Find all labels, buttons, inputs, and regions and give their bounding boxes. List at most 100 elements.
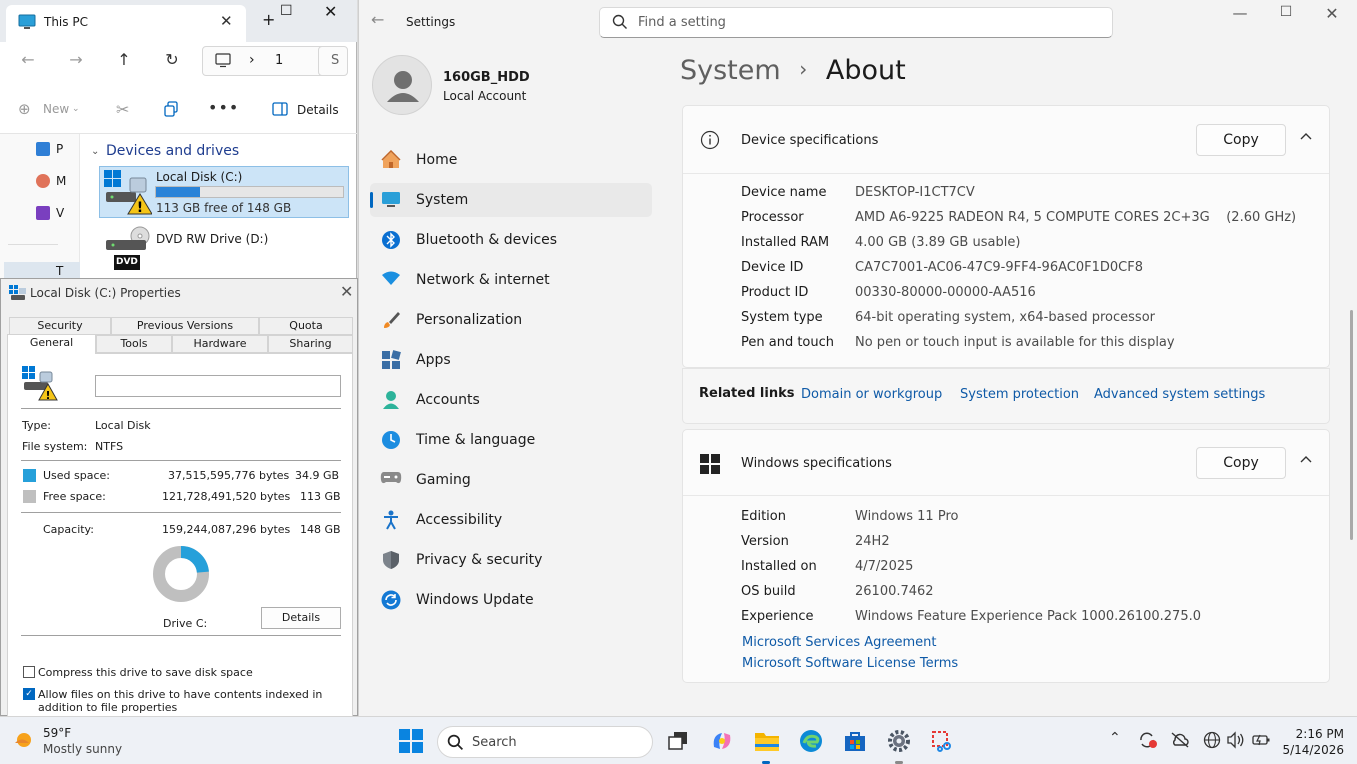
clock-date: 5/14/2026 xyxy=(1282,743,1344,757)
close-icon[interactable]: ✕ xyxy=(340,282,353,301)
cut-icon[interactable]: ✂ xyxy=(116,100,129,119)
close-icon[interactable]: ✕ xyxy=(324,2,337,21)
system-icon xyxy=(380,190,402,210)
sidebar-item-gaming[interactable]: Gaming xyxy=(370,463,652,497)
copilot-icon[interactable] xyxy=(708,727,736,755)
tab-previous-versions[interactable]: Previous Versions xyxy=(111,317,259,335)
tab-general[interactable]: General xyxy=(7,334,96,354)
weather-desc[interactable]: Mostly sunny xyxy=(43,742,122,756)
refresh-icon[interactable]: ↻ xyxy=(162,50,182,69)
copy-windows-specs-button[interactable]: Copy xyxy=(1196,447,1286,479)
tab-security[interactable]: Security xyxy=(9,317,111,335)
network-globe-icon[interactable] xyxy=(1203,731,1221,753)
clock[interactable]: 2:16 PM 5/14/2026 xyxy=(1280,726,1344,758)
divider xyxy=(21,635,341,636)
close-icon[interactable]: ✕ xyxy=(1317,4,1347,23)
search-box[interactable]: S xyxy=(318,46,348,76)
store-icon[interactable] xyxy=(841,727,869,755)
forward-icon[interactable]: → xyxy=(66,50,86,69)
link-license-terms[interactable]: Microsoft Software License Terms xyxy=(742,656,958,671)
file-explorer-window: This PC ✕ + ☐ ✕ ← → ↑ ↻ › 1 S ⊕ New ⌄ ✂ … xyxy=(0,0,357,280)
weather-sun-icon[interactable] xyxy=(12,728,36,756)
tab-hardware[interactable]: Hardware xyxy=(172,335,268,353)
sidebar-item-label: Accounts xyxy=(416,392,480,408)
sidebar-item-accounts[interactable]: Accounts xyxy=(370,383,652,417)
minimize-icon[interactable]: — xyxy=(1225,4,1255,22)
drive-d-name[interactable]: DVD RW Drive (D:) xyxy=(156,232,268,246)
device-specs-header[interactable]: Device specifications Copy xyxy=(683,106,1329,174)
more-icon[interactable]: ••• xyxy=(208,98,239,117)
tab-tools[interactable]: Tools xyxy=(96,335,172,353)
back-icon[interactable]: ← xyxy=(18,50,38,69)
link-advanced-system-settings[interactable]: Advanced system settings xyxy=(1094,387,1265,402)
sidebar-item-home[interactable]: Home xyxy=(370,143,652,177)
up-icon[interactable]: ↑ xyxy=(114,50,134,69)
sidebar-item-privacy-security[interactable]: Privacy & security xyxy=(370,543,652,577)
windows-specs-header[interactable]: Windows specifications Copy xyxy=(683,430,1329,496)
sidebar-item-accessibility[interactable]: Accessibility xyxy=(370,503,652,537)
home-icon xyxy=(380,149,402,170)
sidebar-item-network-internet[interactable]: Network & internet xyxy=(370,263,652,297)
edge-icon[interactable] xyxy=(797,727,825,755)
sidebar-item-label: Home xyxy=(416,152,458,168)
snipping-tool-icon[interactable] xyxy=(928,727,956,755)
details-button[interactable]: Details xyxy=(297,103,339,117)
sidebar-item-videos[interactable]: V xyxy=(56,206,64,220)
avatar[interactable] xyxy=(372,55,432,115)
cloud-off-icon[interactable] xyxy=(1170,731,1190,753)
compress-checkbox[interactable] xyxy=(23,666,35,678)
close-tab-icon[interactable]: ✕ xyxy=(220,12,233,30)
weather-temp[interactable]: 59°F xyxy=(43,726,71,740)
sidebar-item-windows-update[interactable]: Windows Update xyxy=(370,583,652,617)
settings-gear-icon[interactable] xyxy=(885,727,913,755)
copy-device-specs-button[interactable]: Copy xyxy=(1196,124,1286,156)
battery-icon[interactable] xyxy=(1251,731,1271,753)
maximize-icon[interactable]: ☐ xyxy=(1271,4,1301,20)
sidebar-item-time-language[interactable]: Time & language xyxy=(370,423,652,457)
copy-icon[interactable] xyxy=(163,101,179,121)
windows-spec-label: Installed on xyxy=(741,559,817,574)
start-icon[interactable] xyxy=(397,727,425,755)
sidebar-item-bluetooth-devices[interactable]: Bluetooth & devices xyxy=(370,223,652,257)
sync-alert-icon[interactable] xyxy=(1138,731,1158,753)
back-arrow-icon[interactable]: ← xyxy=(371,10,384,29)
address-segment[interactable]: 1 xyxy=(275,53,283,68)
volume-icon[interactable] xyxy=(1226,731,1246,753)
sidebar-item-apps[interactable]: Apps xyxy=(370,343,652,377)
sidebar-item-music[interactable]: M xyxy=(56,174,66,188)
settings-search-box[interactable]: Find a setting xyxy=(599,7,1113,38)
link-domain-workgroup[interactable]: Domain or workgroup xyxy=(801,387,942,402)
chevron-up-icon[interactable]: ⌃ xyxy=(1109,730,1121,746)
index-checkbox[interactable]: ✓ xyxy=(23,688,35,700)
device-spec-value: 64-bit operating system, x64-based proce… xyxy=(855,310,1155,325)
disk-details-button[interactable]: Details xyxy=(261,607,341,629)
scrollbar[interactable] xyxy=(1350,310,1353,540)
sidebar-item-label: Personalization xyxy=(416,312,523,328)
device-spec-value: CA7C7001-AC06-47C9-9FF4-96AC0F1D0CF8 xyxy=(855,260,1143,275)
volume-label-input[interactable] xyxy=(95,375,341,397)
device-spec-label: Processor xyxy=(741,210,804,225)
file-explorer-icon[interactable] xyxy=(753,727,781,755)
tab-sharing[interactable]: Sharing xyxy=(268,335,353,353)
chevron-up-icon[interactable] xyxy=(1300,128,1312,144)
taskbar-search[interactable]: Search xyxy=(437,726,653,758)
filesystem-value: NTFS xyxy=(95,440,124,453)
capacity-gb: 148 GB xyxy=(300,523,341,536)
task-view-icon[interactable] xyxy=(664,727,692,755)
sidebar-item-pictures[interactable]: P xyxy=(56,142,63,156)
explorer-tab[interactable]: This PC ✕ xyxy=(6,5,246,42)
device-spec-value: No pen or touch input is available for t… xyxy=(855,335,1175,350)
maximize-icon[interactable]: ☐ xyxy=(280,3,293,19)
sidebar-item-personalization[interactable]: Personalization xyxy=(370,303,652,337)
chevron-down-icon[interactable]: ⌄ xyxy=(91,146,99,157)
breadcrumb-parent[interactable]: System xyxy=(680,55,781,86)
chevron-up-icon[interactable] xyxy=(1300,451,1312,467)
sidebar-item-system[interactable]: System xyxy=(370,183,652,217)
new-tab-icon[interactable]: + xyxy=(262,10,275,29)
link-system-protection[interactable]: System protection xyxy=(960,387,1079,402)
link-services-agreement[interactable]: Microsoft Services Agreement xyxy=(742,635,936,650)
new-button[interactable]: New xyxy=(43,102,69,116)
tab-quota[interactable]: Quota xyxy=(259,317,353,335)
sidebar-item-label: Network & internet xyxy=(416,272,550,288)
apps-icon xyxy=(380,350,402,370)
